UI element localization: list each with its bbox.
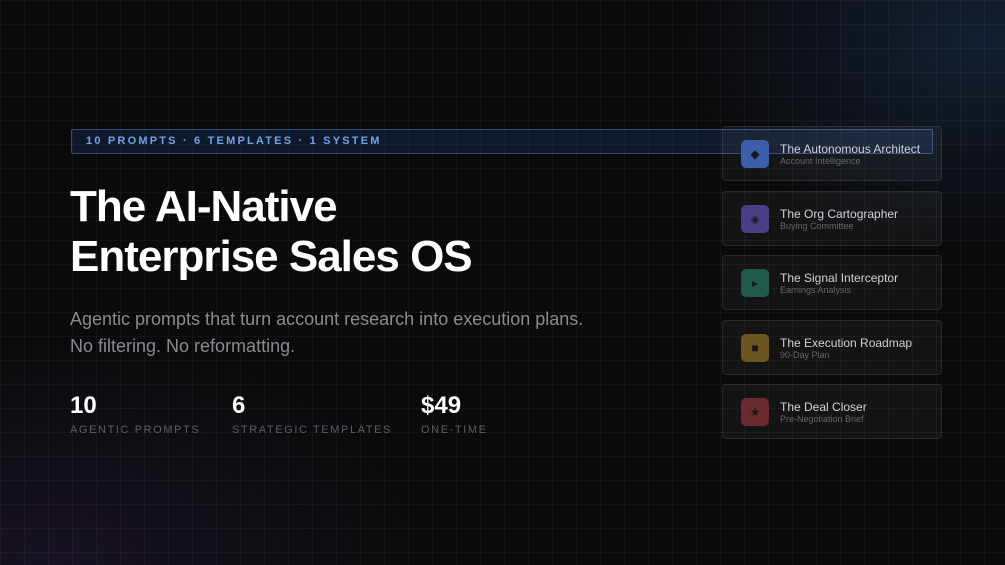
hero-slide: 10 PROMPTS · 6 TEMPLATES · 1 SYSTEM The … (0, 0, 1005, 565)
card-org-cartographer[interactable]: ◈ The Org Cartographer Buying Committee (722, 190, 942, 246)
stat-label: ONE-TIME (421, 424, 488, 436)
card-title: The Deal Closer (780, 400, 867, 414)
diamond-icon: ◆ (741, 140, 769, 168)
card-execution-roadmap[interactable]: ■ The Execution Roadmap 90-Day Plan (722, 319, 942, 375)
stat-label: STRATEGIC TEMPLATES (232, 424, 392, 436)
title-line-2: Enterprise Sales OS (70, 232, 473, 281)
stat-value: $49 (421, 392, 462, 419)
stat-label: AGENTIC PROMPTS (70, 424, 201, 436)
card-autonomous-architect[interactable]: ◆ The Autonomous Architect Account Intel… (722, 126, 942, 181)
card-subtitle: Pre-Negotiation Brief (780, 414, 864, 424)
stat-value: 10 (70, 392, 97, 419)
card-signal-interceptor[interactable]: ▸ The Signal Interceptor Earnings Analys… (722, 255, 942, 310)
stat-prompts: 10 AGENTIC PROMPTS (70, 392, 200, 436)
card-subtitle: Account Intelligence (780, 156, 861, 166)
card-deal-closer[interactable]: ★ The Deal Closer Pre-Negotiation Brief (722, 384, 942, 439)
subtitle-line-1: Agentic prompts that turn account resear… (70, 309, 584, 329)
card-title: The Org Cartographer (780, 206, 899, 221)
page-subtitle: Agentic prompts that turn account resear… (70, 306, 583, 360)
stat-value: 6 (232, 392, 246, 419)
diamond-outline-icon: ◈ (741, 204, 769, 233)
card-subtitle: Buying Committee (780, 220, 854, 231)
stat-templates: 6 STRATEGIC TEMPLATES (232, 392, 392, 436)
card-subtitle: 90-Day Plan (780, 349, 830, 360)
card-subtitle: Earnings Analysis (780, 285, 852, 295)
star-icon: ★ (741, 398, 769, 426)
page-title: The AI-Native Enterprise Sales OS (70, 182, 473, 282)
subtitle-line-2: No filtering. No reformatting. (70, 336, 296, 356)
square-icon: ■ (741, 333, 769, 362)
card-title: The Execution Roadmap (780, 335, 913, 350)
play-icon: ▸ (741, 269, 769, 297)
card-title: The Signal Interceptor (780, 271, 899, 285)
card-title: The Autonomous Architect (780, 142, 921, 156)
stat-price: $49 ONE-TIME (421, 392, 488, 436)
prompt-card-list: ◆ The Autonomous Architect Account Intel… (722, 126, 942, 449)
title-line-1: The AI-Native (70, 182, 338, 231)
